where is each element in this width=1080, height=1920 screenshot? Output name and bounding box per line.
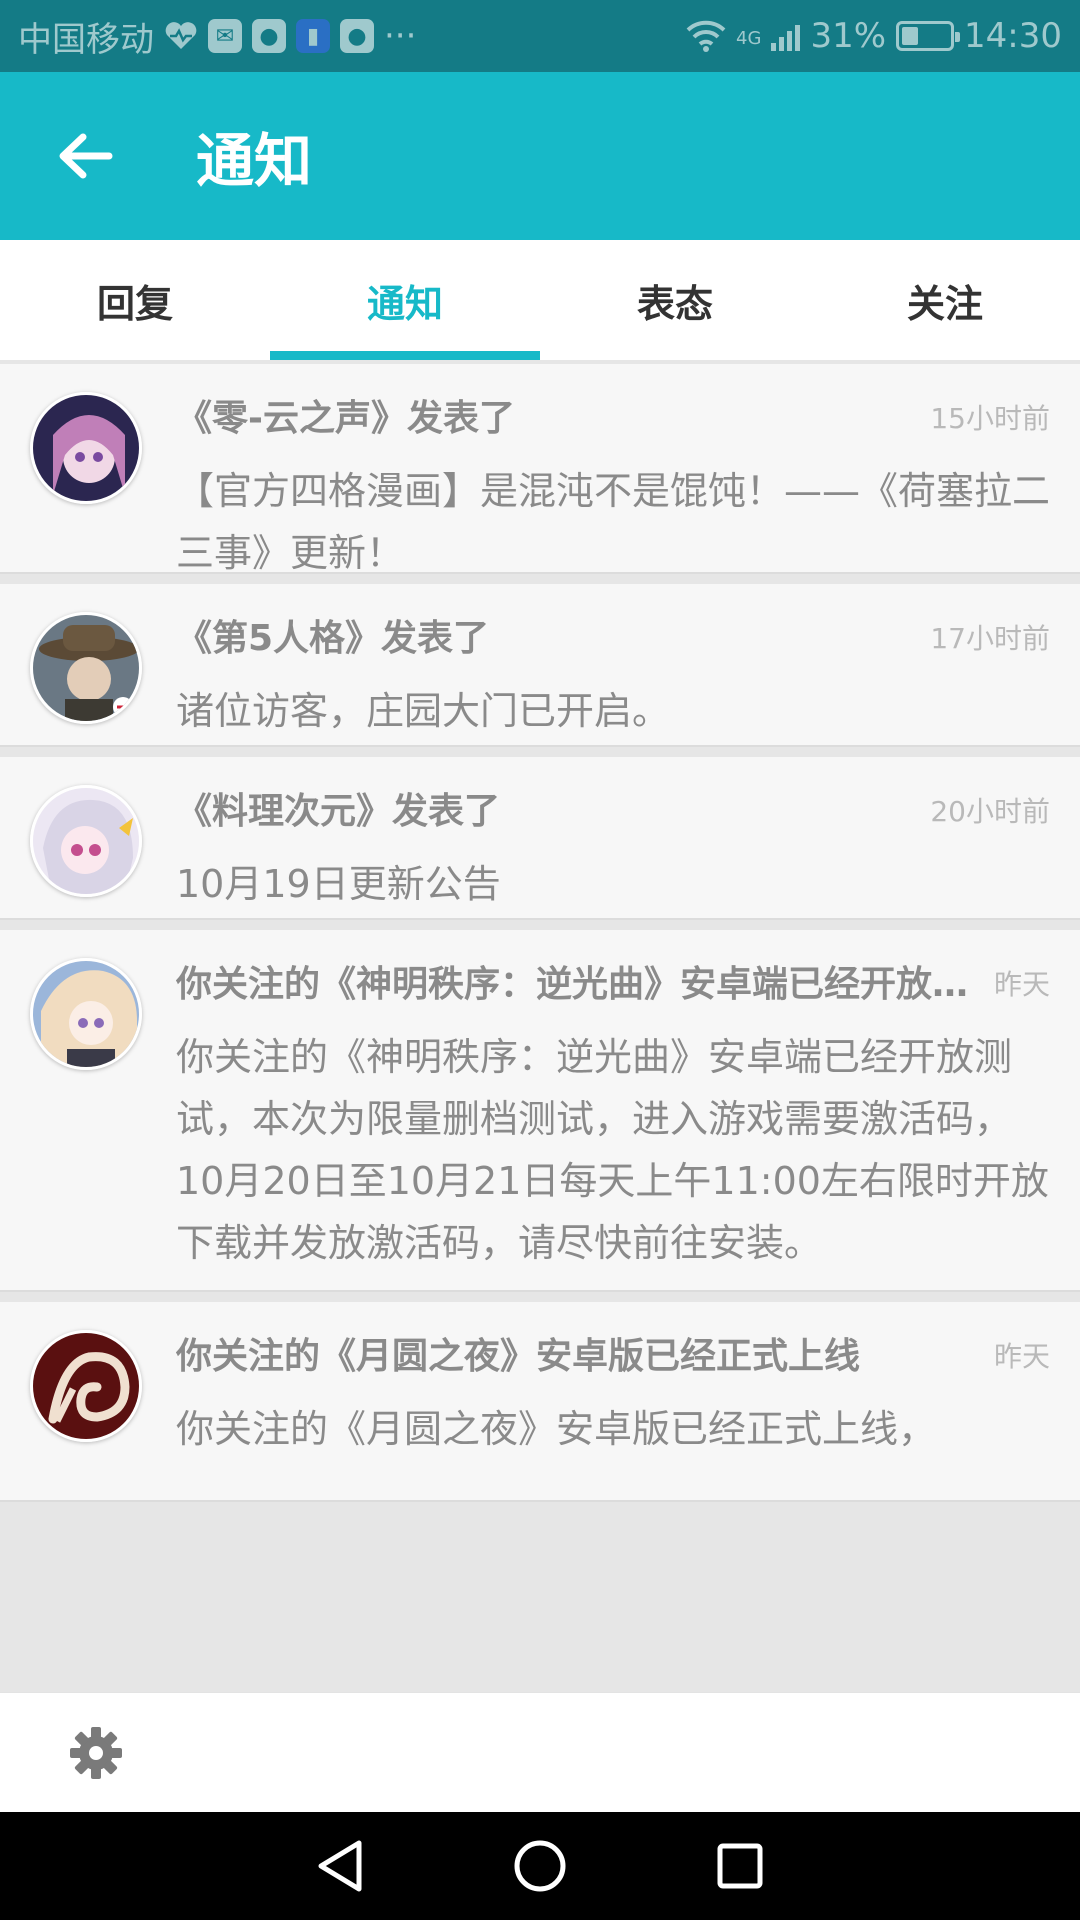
square-recent-icon [717,1843,763,1889]
avatar [30,958,142,1070]
network-type: 4G [736,28,762,49]
item-title: 《第5人格》发表了 [176,618,490,659]
circle-home-icon [514,1840,566,1892]
item-body: 诸位访客，庄园大门已开启。 [176,689,671,733]
tab-replies[interactable]: 回复 [0,240,270,360]
status-bar: 中国移动 ✉ ● ▮ ● ··· 4G 31% 14:30 [0,0,1080,72]
avatar [30,612,142,724]
nav-back-button[interactable] [310,1836,370,1896]
item-body: 10月19日更新公告 [176,862,501,906]
battery-icon [896,21,961,51]
tab-bar: 回复 通知 表态 关注 [0,240,1080,360]
tab-notifications[interactable]: 通知 [270,240,540,360]
arrow-left-icon [59,133,113,179]
item-time: 15小时前 [930,402,1050,435]
carrier-name: 中国移动 [18,19,154,60]
gear-icon [70,1726,122,1779]
item-title: 《料理次元》发表了 [176,791,501,832]
mail-icon: ✉ [208,19,242,53]
avatar [30,785,142,897]
item-title: 你关注的《月圆之夜》安卓版已经正式上线 [176,1336,861,1377]
app-bar: 通知 [0,72,1080,240]
avatar [30,392,142,504]
list-item[interactable]: 《料理次元》发表了 20小时前 10月19日更新公告 [0,757,1080,920]
clock: 14:30 [964,16,1062,56]
nav-recent-button[interactable] [710,1836,770,1896]
map-pin-icon: ● [252,19,286,53]
battery-percent: 31% [810,16,887,56]
avatar [30,1330,142,1442]
tab-follows[interactable]: 关注 [810,240,1080,360]
list-item[interactable]: 你关注的《月圆之夜》安卓版已经正式上线 昨天 你关注的《月圆之夜》安卓版已经正式… [0,1302,1080,1502]
wifi-icon [686,20,726,52]
list-item[interactable]: 你关注的《神明秩序：逆光曲》安卓端已经开放测试，本次为限量删档测试，进入游戏需要… [0,930,1080,1292]
item-body: 【官方四格漫画】是混沌不是馄饨！——《荷塞拉二三事》更新！ [176,469,1051,575]
item-time: 20小时前 [930,795,1050,828]
nav-home-button[interactable] [510,1836,570,1896]
list-item[interactable]: 《第5人格》发表了 17小时前 诸位访客，庄园大门已开启。 [0,584,1080,747]
item-title: 你关注的《神明秩序：逆光曲》安卓端已经开放测试，本次为限量删档测试，进入游戏需要… [176,964,974,1005]
map-pin-icon: ● [340,19,374,53]
item-time: 昨天 [993,1340,1050,1373]
back-button[interactable] [40,111,130,201]
list-item[interactable]: 《零-云之声》发表了 15小时前 【官方四格漫画】是混沌不是馄饨！——《荷塞拉二… [0,364,1080,575]
item-title: 《零-云之声》发表了 [176,398,515,439]
system-nav-bar [0,1812,1080,1920]
item-body: 你关注的《神明秩序：逆光曲》安卓端已经开放测试，本次为限量删档测试，进入游戏需要… [176,1035,1049,1265]
item-time: 17小时前 [930,622,1050,655]
item-body: 你关注的《月圆之夜》安卓版已经正式上线， [176,1407,937,1451]
page-title: 通知 [196,127,313,195]
notification-list: 《零-云之声》发表了 15小时前 【官方四格漫画】是混沌不是馄饨！——《荷塞拉二… [0,364,1080,1692]
more-notifications-icon: ··· [384,16,417,56]
signal-icon [771,21,801,51]
settings-button[interactable] [64,1721,128,1785]
book-icon: ▮ [296,19,330,53]
heart-icon [164,21,198,51]
triangle-back-icon [318,1840,362,1892]
item-time: 昨天 [993,968,1050,1001]
tab-reactions[interactable]: 表态 [540,240,810,360]
bottom-toolbar [0,1692,1080,1812]
